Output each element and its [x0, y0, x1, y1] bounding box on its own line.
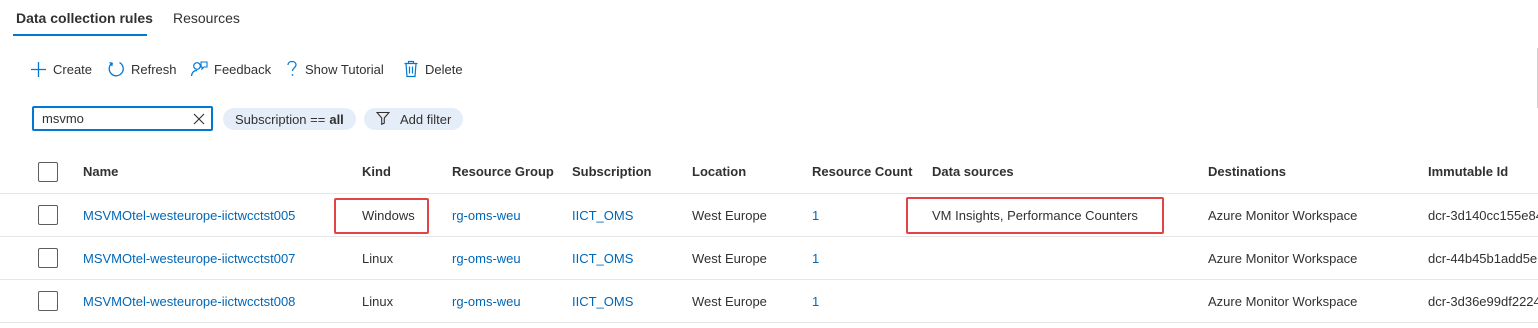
column-header-resource-count[interactable]: Resource Count [812, 150, 927, 193]
destinations-cell: Azure Monitor Workspace [1208, 293, 1358, 309]
column-header-subscription[interactable]: Subscription [572, 150, 687, 193]
delete-button[interactable]: Delete [403, 55, 463, 83]
destinations-cell: Azure Monitor Workspace [1208, 250, 1358, 266]
column-header-location[interactable]: Location [692, 150, 807, 193]
question-icon [285, 60, 299, 78]
tab-resources[interactable]: Resources [173, 10, 240, 26]
subscription-filter-value: all [329, 111, 344, 127]
show-tutorial-button[interactable]: Show Tutorial [285, 55, 384, 83]
subscription-link[interactable]: IICT_OMS [572, 237, 687, 279]
create-button[interactable]: Create [30, 55, 92, 83]
immutable-id-cell: dcr-3d36e99df2224 [1428, 293, 1538, 309]
data-sources-cell [932, 280, 1202, 322]
table-row: MSVMOtel-westeurope-iictwcctst007 Linux … [0, 237, 1538, 280]
destinations-cell: Azure Monitor Workspace [1208, 207, 1358, 223]
column-header-resource-group[interactable]: Resource Group [452, 150, 567, 193]
resource-count-link[interactable]: 1 [812, 280, 927, 322]
kind-cell: Linux [362, 293, 394, 309]
subscription-link[interactable]: IICT_OMS [572, 280, 687, 322]
data-sources-cell: VM Insights, Performance Counters [932, 207, 1138, 223]
immutable-id-cell: dcr-3d140cc155e84 [1428, 207, 1538, 223]
subscription-link[interactable]: IICT_OMS [572, 194, 687, 236]
refresh-label: Refresh [131, 61, 177, 77]
column-header-name[interactable]: Name [83, 150, 353, 193]
kind-cell: Windows [362, 207, 415, 223]
search-input[interactable] [42, 111, 182, 126]
tab-data-collection-rules[interactable]: Data collection rules [16, 10, 153, 26]
table-row: MSVMOtel-westeurope-iictwcctst008 Linux … [0, 280, 1538, 323]
data-sources-cell [932, 237, 1202, 279]
rule-name-link[interactable]: MSVMOtel-westeurope-iictwcctst007 [83, 237, 353, 279]
resource-group-link[interactable]: rg-oms-weu [452, 237, 567, 279]
trash-icon [403, 60, 419, 78]
add-filter-button[interactable]: Add filter [364, 108, 464, 130]
show-tutorial-label: Show Tutorial [305, 61, 384, 77]
clear-icon[interactable] [193, 113, 205, 125]
refresh-icon [107, 60, 125, 78]
command-bar: Create Refresh Feedback Show Tutorial De… [0, 55, 1538, 83]
row-checkbox[interactable] [38, 194, 58, 236]
create-label: Create [53, 61, 93, 77]
resource-group-link[interactable]: rg-oms-weu [452, 194, 567, 236]
subscription-filter-pill[interactable]: Subscription == all [223, 108, 356, 130]
tab-bar: Data collection rules Resources [0, 0, 1538, 40]
kind-cell: Linux [362, 250, 394, 266]
add-filter-label: Add filter [400, 111, 452, 127]
feedback-label: Feedback [214, 61, 272, 77]
rule-name-link[interactable]: MSVMOtel-westeurope-iictwcctst005 [83, 194, 353, 236]
column-header-data-sources[interactable]: Data sources [932, 150, 1202, 193]
resource-group-link[interactable]: rg-oms-weu [452, 280, 567, 322]
feedback-button[interactable]: Feedback [190, 55, 271, 83]
row-checkbox[interactable] [38, 280, 58, 322]
filter-bar: Subscription == all Add filter [0, 106, 1538, 132]
location-cell: West Europe [692, 293, 767, 309]
subscription-filter-label: Subscription == [235, 111, 326, 127]
select-all-checkbox[interactable] [38, 150, 58, 193]
active-tab-indicator [13, 34, 147, 36]
resource-count-link[interactable]: 1 [812, 237, 927, 279]
location-cell: West Europe [692, 250, 767, 266]
column-header-immutable-id[interactable]: Immutable Id [1428, 150, 1538, 193]
resource-count-link[interactable]: 1 [812, 194, 927, 236]
column-header-destinations[interactable]: Destinations [1208, 150, 1423, 193]
rule-name-link[interactable]: MSVMOtel-westeurope-iictwcctst008 [83, 280, 353, 322]
table-row: MSVMOtel-westeurope-iictwcctst005 Window… [0, 194, 1538, 237]
filter-icon [375, 111, 391, 128]
column-header-kind[interactable]: Kind [362, 150, 447, 193]
refresh-button[interactable]: Refresh [107, 55, 177, 83]
delete-label: Delete [425, 61, 463, 77]
row-checkbox[interactable] [38, 237, 58, 279]
immutable-id-cell: dcr-44b45b1add5e [1428, 250, 1538, 266]
feedback-icon [190, 60, 208, 78]
location-cell: West Europe [692, 207, 767, 223]
plus-icon [30, 61, 47, 78]
search-box [32, 106, 213, 131]
table-header-row: Name Kind Resource Group Subscription Lo… [0, 150, 1538, 194]
